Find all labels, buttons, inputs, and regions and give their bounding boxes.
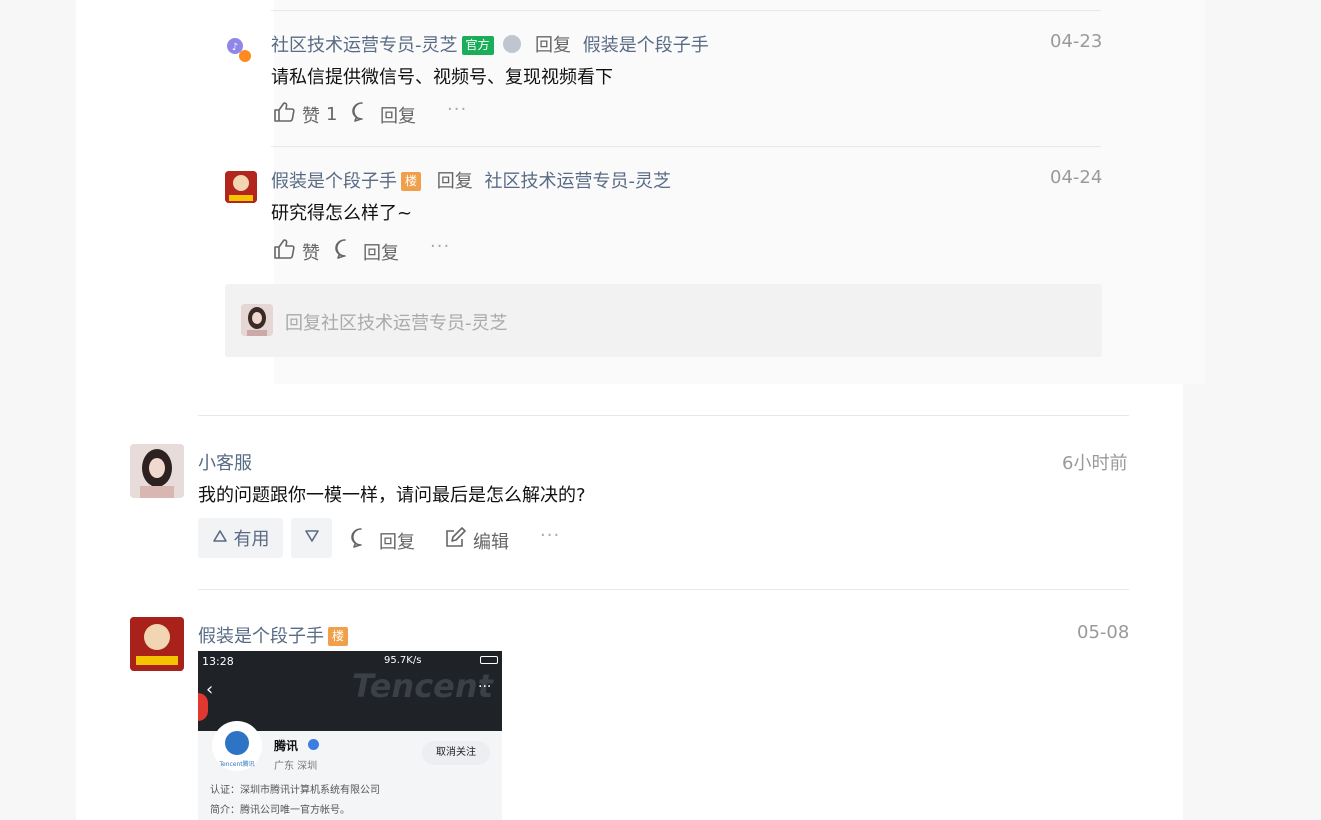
reply-author[interactable]: 假装是个段子手 [271, 171, 397, 192]
triangle-up-icon [212, 528, 228, 549]
account-intro: 简介：腾讯公司唯一官方帐号。 [210, 805, 350, 816]
reply-label: 回复 [379, 531, 415, 553]
more-icon[interactable]: ··· [540, 525, 560, 546]
attached-screenshot[interactable]: 13:28 95.7K/s ‹ Tencent ··· Tencent腾讯 腾讯… [198, 651, 502, 820]
comment-button[interactable]: 回复 [350, 100, 416, 129]
reply-author[interactable]: 社区技术运营专员-灵芝 [271, 35, 458, 56]
divider [271, 10, 1101, 11]
comment-label: 回复 [380, 105, 416, 127]
logo-text: Tencent腾讯 [218, 760, 254, 768]
comment-icon [349, 526, 373, 555]
comment-content: 我的问题跟你一模一样，请问最后是怎么解决的? [198, 485, 586, 506]
edit-button[interactable]: 编辑 [443, 526, 509, 555]
divider [271, 146, 1101, 147]
reply-author-row: 假装是个段子手楼 回复 社区技术运营专员-灵芝 [271, 167, 671, 193]
reply-label: 回复 [436, 171, 473, 192]
reply-button[interactable]: 回复 [349, 526, 415, 555]
like-label: 赞 [302, 242, 320, 264]
like-button[interactable]: 赞 [272, 237, 320, 266]
like-count: 1 [326, 104, 338, 125]
comment-time: 6小时前 [1062, 453, 1128, 474]
avatar[interactable] [130, 617, 184, 671]
reply-to-user[interactable]: 假装是个段子手 [583, 35, 709, 56]
reply-time: 04-23 [1050, 31, 1103, 52]
like-button[interactable]: 赞 1 [272, 100, 337, 129]
floor-owner-badge: 楼 [401, 172, 421, 191]
comment-author[interactable]: 假装是个段子手 [198, 626, 324, 647]
reply-author-row: 社区技术运营专员-灵芝 官方 回复 假装是个段子手 [271, 31, 709, 57]
reply-content: 研究得怎么样了~ [271, 203, 413, 224]
like-label: 赞 [302, 105, 320, 127]
useful-label: 有用 [233, 529, 270, 550]
reply-label: 回复 [534, 35, 571, 56]
battery-icon [480, 656, 498, 664]
account-name: 腾讯 [274, 739, 299, 753]
tencent-watermark: Tencent [352, 667, 493, 705]
edit-label: 编辑 [473, 531, 509, 553]
status-time: 13:28 [202, 655, 234, 668]
status-net: 95.7K/s [384, 655, 422, 666]
comment-author-row: 假装是个段子手楼 [198, 622, 348, 648]
avatar [241, 304, 273, 336]
verified-icon [308, 739, 319, 750]
floor-owner-badge: 楼 [328, 627, 348, 646]
account-cert: 认证：深圳市腾讯计算机系统有限公司 [210, 785, 380, 796]
reply-content: 请私信提供微信号、视频号、复现视频看下 [271, 67, 613, 88]
triangle-down-icon [304, 528, 320, 549]
more-icon[interactable]: ··· [447, 99, 467, 120]
comment-author[interactable]: 小客服 [198, 449, 252, 475]
avatar[interactable]: ♪ [223, 33, 255, 65]
reply-to-user[interactable]: 社区技术运营专员-灵芝 [484, 171, 671, 192]
avatar[interactable] [225, 171, 257, 203]
account-location: 广东 深圳 [274, 761, 318, 772]
edit-icon [443, 526, 467, 555]
more-icon[interactable]: ··· [430, 236, 450, 257]
level-icon [503, 35, 522, 53]
thumbs-up-icon [272, 237, 296, 266]
reply-time: 04-24 [1050, 167, 1103, 188]
divider [198, 589, 1129, 590]
official-badge: 官方 [461, 36, 494, 55]
more-icon: ··· [478, 679, 492, 695]
downvote-button[interactable] [291, 518, 332, 558]
svg-text:♪: ♪ [232, 42, 238, 53]
tencent-logo: Tencent腾讯 [212, 721, 262, 771]
unfollow-button: 取消关注 [422, 741, 490, 765]
comment-button[interactable]: 回复 [333, 237, 399, 266]
upvote-button[interactable]: 有用 [198, 518, 283, 558]
back-icon: ‹ [206, 679, 214, 700]
comment-time: 05-08 [1077, 622, 1130, 643]
avatar[interactable] [130, 444, 184, 498]
thumbs-up-icon [272, 100, 296, 129]
page-content: ♪ 社区技术运营专员-灵芝 官方 回复 假装是个段子手 04-23 请私信提供微信… [76, 0, 1205, 820]
reply-input[interactable]: 回复社区技术运营专员-灵芝 [285, 309, 508, 335]
comment-label: 回复 [363, 242, 399, 264]
comment-icon [350, 100, 374, 129]
divider [198, 415, 1129, 416]
comment-icon [333, 237, 357, 266]
